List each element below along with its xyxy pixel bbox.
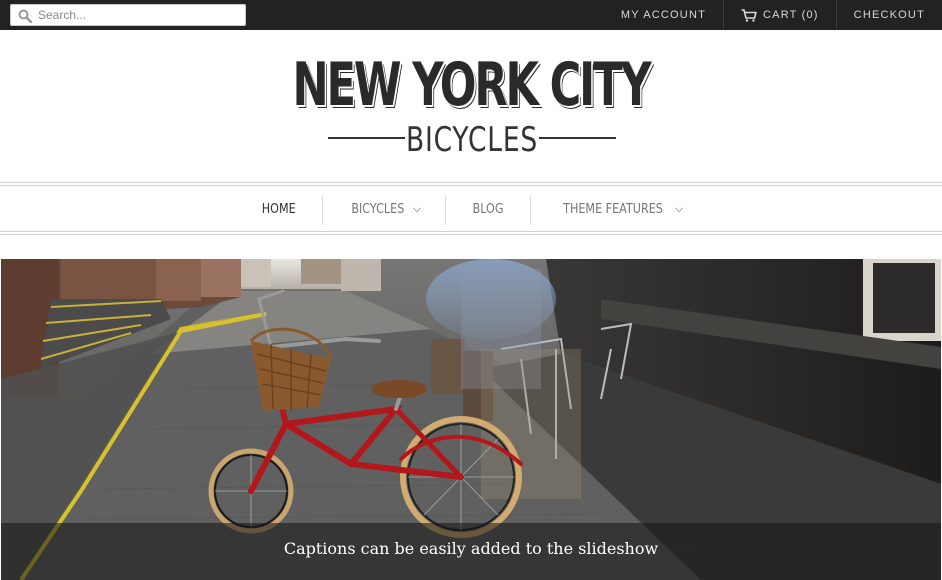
my-account-label: MY ACCOUNT <box>620 9 707 21</box>
chevron-down-icon <box>675 206 683 213</box>
cart-icon <box>741 8 757 22</box>
nav-item-bicycles[interactable]: BICYCLES <box>322 194 445 225</box>
checkout-link[interactable]: CHECKOUT <box>835 0 942 30</box>
nav-divider-top-2 <box>0 185 942 186</box>
logo-title: NEW YORK CITY <box>292 50 651 120</box>
nav-divider-top <box>0 182 942 183</box>
slide-caption: Captions can be easily added to the slid… <box>283 539 659 558</box>
store-logo[interactable]: NEW YORK CITY BICYCLES <box>0 30 942 182</box>
logo-subtitle-row: BICYCLES <box>328 118 616 160</box>
nav-item-label: BLOG <box>472 202 504 217</box>
cart-label: CART (0) <box>763 9 819 21</box>
search-box[interactable] <box>10 4 246 26</box>
search-icon <box>18 9 32 23</box>
account-links: MY ACCOUNT CART (0) CHECKOUT <box>604 0 942 30</box>
cart-link[interactable]: CART (0) <box>723 0 836 30</box>
logo-rule-right <box>539 137 616 139</box>
main-nav: HOME BICYCLES BLOG THEME FEATURES <box>0 187 942 232</box>
nav-item-theme-features[interactable]: THEME FEATURES <box>530 194 707 225</box>
search-input[interactable] <box>38 7 238 23</box>
hero-slideshow[interactable]: Captions can be easily added to the slid… <box>1 259 941 580</box>
top-bar: MY ACCOUNT CART (0) CHECKOUT <box>0 0 942 30</box>
nav-item-blog[interactable]: BLOG <box>445 194 530 225</box>
nav-item-label: HOME <box>261 202 296 217</box>
my-account-link[interactable]: MY ACCOUNT <box>604 0 723 30</box>
nav-item-home[interactable]: HOME <box>235 195 322 225</box>
nav-item-label: THEME FEATURES <box>563 202 663 217</box>
checkout-label: CHECKOUT <box>853 9 925 21</box>
nav-item-label: BICYCLES <box>351 202 405 217</box>
logo-subtitle: BICYCLES <box>406 120 538 160</box>
chevron-down-icon <box>413 206 421 213</box>
nav-divider-bottom-2 <box>0 234 942 235</box>
